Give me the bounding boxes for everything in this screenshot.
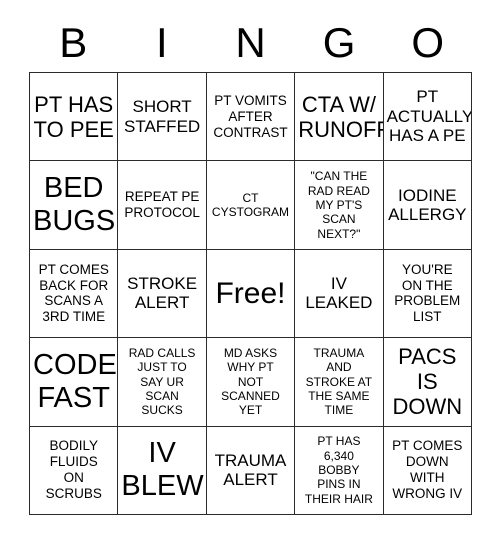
bingo-cell-label: TRAUMA AND STROKE AT THE SAME TIME xyxy=(305,345,373,418)
bingo-header-row: B I N G O xyxy=(29,14,472,72)
bingo-cell-label: YOU'RE ON THE PROBLEM LIST xyxy=(394,261,461,325)
bingo-cell-r4-c5[interactable]: PACS IS DOWN xyxy=(383,338,472,427)
bingo-cell-r3-c1[interactable]: PT COMES BACK FOR SCANS A 3RD TIME xyxy=(30,249,119,339)
bingo-cell-r3-c2[interactable]: STROKE ALERT xyxy=(118,249,207,339)
bingo-cell-label: CT CYSTOGRAM xyxy=(211,190,290,220)
bingo-cell-label: PT HAS 6,340 BOBBY PINS IN THEIR HAIR xyxy=(304,434,373,506)
bingo-cell-r2-c1[interactable]: BED BUGS xyxy=(30,161,119,250)
bingo-cell-r2-c2[interactable]: REPEAT PE PROTOCOL xyxy=(118,161,207,250)
bingo-grid: PT HAS TO PEE SHORT STAFFED PT VOMITS AFTE… xyxy=(29,72,472,515)
bingo-cell-r5-c4[interactable]: PT HAS 6,340 BOBBY PINS IN THEIR HAIR xyxy=(295,426,384,515)
bingo-cell-label: PT VOMITS AFTER CONTRAST xyxy=(213,92,288,140)
bingo-cell-r5-c2[interactable]: IV BLEW xyxy=(118,426,207,515)
bingo-cell-label: RAD CALLS JUST TO SAY UR SCAN SUCKS xyxy=(128,345,196,418)
bingo-cell-label: MD ASKS WHY PT NOT SCANNED YET xyxy=(221,345,280,418)
bingo-cell-r3-c4[interactable]: IV LEAKED xyxy=(295,249,384,339)
bingo-cell-r1-c1[interactable]: PT HAS TO PEE xyxy=(30,73,119,162)
bingo-cell-r4-c4[interactable]: TRAUMA AND STROKE AT THE SAME TIME xyxy=(295,338,384,427)
bingo-cell-r2-c5[interactable]: IODINE ALLERGY xyxy=(383,161,472,250)
bingo-cell-label: CTA W/ RUNOFF xyxy=(298,91,384,142)
bingo-cell-label: STROKE ALERT xyxy=(127,273,198,313)
bingo-cell-r2-c3[interactable]: CT CYSTOGRAM xyxy=(206,161,296,250)
bingo-cell-label: PT HAS TO PEE xyxy=(33,91,114,142)
header-letter-o: O xyxy=(411,19,445,66)
header-letter-b: B xyxy=(59,19,88,66)
bingo-cell-r1-c3[interactable]: PT VOMITS AFTER CONTRAST xyxy=(206,73,296,162)
header-letter-n: N xyxy=(235,19,266,66)
bingo-cell-r5-c3[interactable]: TRAUMA ALERT xyxy=(206,426,296,515)
bingo-cell-label: REPEAT PE PROTOCOL xyxy=(124,189,200,221)
bingo-cell-r5-c1[interactable]: BODILY FLUIDS ON SCRUBS xyxy=(30,426,119,515)
bingo-cell-r5-c5[interactable]: PT COMES DOWN WITH WRONG IV xyxy=(383,426,472,515)
bingo-cell-r2-c4[interactable]: "CAN THE RAD READ MY PT'S SCAN NEXT?" xyxy=(295,161,384,250)
header-letter-i: I xyxy=(156,19,168,66)
bingo-cell-label: BED BUGS xyxy=(33,172,116,238)
bingo-card: B I N G O PT HAS TO PEE SHORT STAFFED PT V… xyxy=(0,0,500,544)
bingo-cell-r1-c4[interactable]: CTA W/ RUNOFF xyxy=(295,73,384,162)
bingo-cell-r1-c2[interactable]: SHORT STAFFED xyxy=(118,73,207,162)
bingo-cell-r4-c3[interactable]: MD ASKS WHY PT NOT SCANNED YET xyxy=(206,338,296,427)
bingo-cell-label: SHORT STAFFED xyxy=(124,97,201,136)
bingo-cell-r4-c1[interactable]: CODE FAST xyxy=(30,338,119,427)
bingo-cell-label: IODINE ALLERGY xyxy=(388,185,467,225)
bingo-cell-label: PACS IS DOWN xyxy=(392,344,463,420)
bingo-cell-r3-c5[interactable]: YOU'RE ON THE PROBLEM LIST xyxy=(383,249,472,339)
bingo-cell-label: Free! xyxy=(215,276,286,310)
bingo-cell-label: PT COMES DOWN WITH WRONG IV xyxy=(392,438,463,502)
bingo-cell-label: IV BLEW xyxy=(121,437,204,503)
bingo-cell-label: PT COMES BACK FOR SCANS A 3RD TIME xyxy=(38,261,109,325)
bingo-cell-r4-c2[interactable]: RAD CALLS JUST TO SAY UR SCAN SUCKS xyxy=(118,338,207,427)
bingo-free-space[interactable]: Free! xyxy=(206,249,296,339)
bingo-cell-label: PT ACTUALLY HAS A PE xyxy=(386,87,472,146)
bingo-cell-label: BODILY FLUIDS ON SCRUBS xyxy=(45,438,102,502)
bingo-cell-label: "CAN THE RAD READ MY PT'S SCAN NEXT?" xyxy=(307,169,370,241)
bingo-cell-r1-c5[interactable]: PT ACTUALLY HAS A PE xyxy=(383,73,472,162)
bingo-cell-label: TRAUMA ALERT xyxy=(214,450,287,490)
bingo-cell-label: IV LEAKED xyxy=(305,273,373,313)
header-letter-g: G xyxy=(322,19,356,66)
bingo-cell-label: CODE FAST xyxy=(33,348,117,414)
